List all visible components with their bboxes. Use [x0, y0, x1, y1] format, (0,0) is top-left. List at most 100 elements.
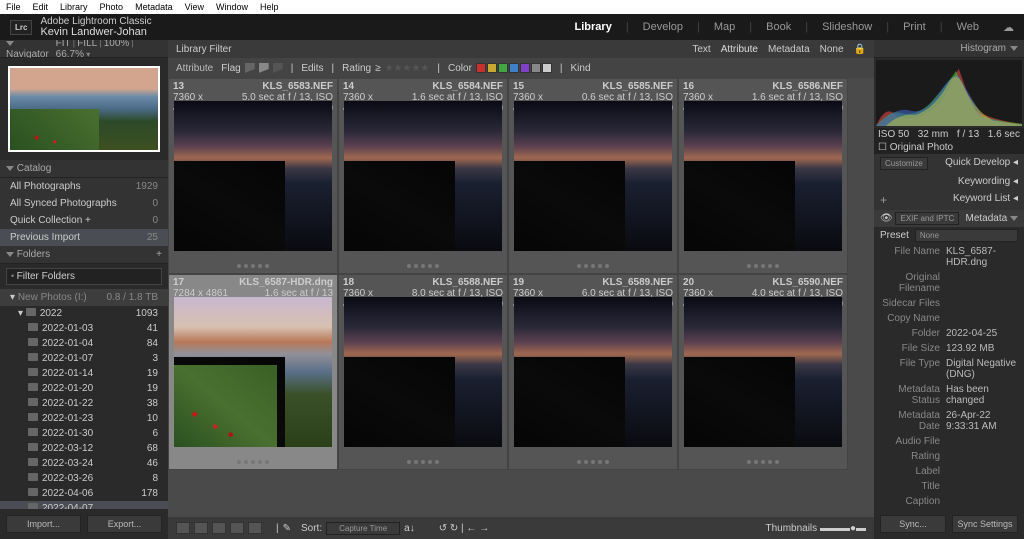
grid-view[interactable]: 137360 x 4912KLS_6583.NEF5.0 sec at f / … [168, 78, 874, 517]
thumbnail[interactable] [174, 101, 332, 251]
folder-row[interactable]: 2022-04-06178 [0, 486, 168, 501]
disclosure-icon [6, 41, 14, 46]
thumbnail[interactable] [174, 297, 332, 447]
flag-pick-icon[interactable] [245, 63, 255, 73]
color-filter[interactable] [487, 63, 497, 73]
grid-cell[interactable]: 177284 x 4861KLS_6587-HDR.dng1.6 sec at … [168, 274, 338, 470]
filter-folders-input[interactable]: • Filter Folders [6, 268, 162, 285]
grid-cell[interactable]: 207360 x 4912KLS_6590.NEF4.0 sec at f / … [678, 274, 848, 470]
folder-row[interactable]: 2022-04-07 [0, 501, 168, 509]
loupe-view-icon[interactable] [194, 522, 208, 534]
module-map[interactable]: Map [714, 21, 735, 33]
folders-panel-header[interactable]: Folders + [0, 246, 168, 264]
flag-reject-icon[interactable] [273, 63, 283, 73]
catalog-row[interactable]: All Photographs1929 [0, 178, 168, 195]
toolbar[interactable]: | ✎ Sort: Capture Time a↓ ↺ ↻ | ← → Thum… [168, 517, 874, 539]
grid-cell[interactable]: 137360 x 4912KLS_6583.NEF5.0 sec at f / … [168, 78, 338, 274]
catalog-row[interactable]: Quick Collection +0 [0, 212, 168, 229]
folder-row[interactable]: 2022-01-0341 [0, 321, 168, 336]
identity-plate: Kevin Landwer-Johan [40, 26, 146, 38]
module-develop[interactable]: Develop [643, 21, 683, 33]
filter-metadata[interactable]: Metadata [768, 44, 810, 55]
menu-library[interactable]: Library [60, 2, 88, 12]
navigator-preview[interactable] [0, 58, 168, 160]
metadata-row: Title [874, 479, 1024, 494]
grid-cell[interactable]: 197360 x 4912KLS_6589.NEF6.0 sec at f / … [508, 274, 678, 470]
module-print[interactable]: Print [903, 21, 926, 33]
grid-cell[interactable]: 157360 x 4912KLS_6585.NEF0.6 sec at f / … [508, 78, 678, 274]
compare-view-icon[interactable] [212, 522, 226, 534]
color-filter[interactable] [509, 63, 519, 73]
folder-row[interactable]: 2022-01-1419 [0, 366, 168, 381]
histogram[interactable] [876, 60, 1022, 126]
import-button[interactable]: Import... [6, 515, 81, 533]
sync-button[interactable]: Sync... [880, 515, 946, 533]
thumbnail[interactable] [344, 101, 502, 251]
color-filter[interactable] [542, 63, 552, 73]
menu-view[interactable]: View [185, 2, 204, 12]
menu-metadata[interactable]: Metadata [135, 2, 173, 12]
folder-row[interactable]: 2022-01-2310 [0, 411, 168, 426]
color-filter[interactable] [498, 63, 508, 73]
quick-develop-header[interactable]: CustomizeQuick Develop ◂ [874, 154, 1024, 173]
sort-direction-icon[interactable]: a↓ [404, 523, 415, 534]
metadata-header[interactable]: 👁 EXIF and IPTCMetadata [874, 210, 1024, 227]
menu-window[interactable]: Window [216, 2, 248, 12]
thumbnail[interactable] [514, 101, 672, 251]
painter-icon[interactable]: ✎ [283, 523, 291, 534]
people-view-icon[interactable] [248, 522, 262, 534]
folder-year[interactable]: ▾ 20221093 [0, 306, 168, 321]
module-library[interactable]: Library [575, 21, 612, 33]
folder-row[interactable]: 2022-01-073 [0, 351, 168, 366]
catalog-row[interactable]: Previous Import25 [0, 229, 168, 246]
folder-row[interactable]: 2022-03-2446 [0, 456, 168, 471]
folder-row[interactable]: 2022-03-268 [0, 471, 168, 486]
attribute-filter-bar[interactable]: Attribute Flag | Edits | Rating≥★★★★★ | … [168, 58, 874, 78]
color-filter[interactable] [520, 63, 530, 73]
thumbnail[interactable] [514, 297, 672, 447]
menu-photo[interactable]: Photo [100, 2, 124, 12]
thumbnail[interactable] [344, 297, 502, 447]
catalog-panel-header[interactable]: Catalog [0, 160, 168, 178]
folder-row[interactable]: 2022-01-306 [0, 426, 168, 441]
thumbnail[interactable] [684, 101, 842, 251]
preset-row[interactable]: PresetNone [874, 227, 1024, 244]
export-button[interactable]: Export... [87, 515, 162, 533]
grid-cell[interactable]: 187360 x 4912KLS_6588.NEF8.0 sec at f / … [338, 274, 508, 470]
grid-cell[interactable]: 147360 x 4912KLS_6584.NEF1.6 sec at f / … [338, 78, 508, 274]
folder-row[interactable]: 2022-01-2019 [0, 381, 168, 396]
cloud-sync-icon[interactable]: ☁ [1003, 21, 1014, 34]
sync-settings-button[interactable]: Sync Settings [952, 515, 1018, 533]
histogram-panel-header[interactable]: Histogram [874, 40, 1024, 58]
catalog-row[interactable]: All Synced Photographs0 [0, 195, 168, 212]
folder-row[interactable]: 2022-01-2238 [0, 396, 168, 411]
menu-file[interactable]: File [6, 2, 21, 12]
module-web[interactable]: Web [957, 21, 979, 33]
grid-cell[interactable]: 167360 x 4912KLS_6586.NEF1.6 sec at f / … [678, 78, 848, 274]
sort-dropdown[interactable]: Capture Time [326, 522, 400, 535]
menu-help[interactable]: Help [260, 2, 279, 12]
module-picker[interactable]: Library|Develop|Map|Book|Slideshow|Print… [575, 21, 1014, 34]
module-book[interactable]: Book [766, 21, 791, 33]
navigator-panel-header[interactable]: Navigator FIT | FILL | 100% | 66.7% ▾ [0, 40, 168, 58]
add-folder-icon[interactable]: + [156, 249, 162, 260]
color-filter[interactable] [531, 63, 541, 73]
grid-view-icon[interactable] [176, 522, 190, 534]
drive-row[interactable]: ▾ New Photos (I:)0.8 / 1.8 TB [0, 289, 168, 306]
keywording-header[interactable]: Keywording ◂ [874, 173, 1024, 190]
folder-row[interactable]: 2022-03-1268 [0, 441, 168, 456]
filter-text[interactable]: Text [692, 44, 710, 55]
thumbnail[interactable] [684, 297, 842, 447]
folder-row[interactable]: 2022-01-0484 [0, 336, 168, 351]
library-filter-bar[interactable]: Library Filter TextAttributeMetadataNone… [168, 40, 874, 58]
color-filter[interactable] [476, 63, 486, 73]
menu-edit[interactable]: Edit [33, 2, 49, 12]
lock-icon[interactable]: 🔒 [854, 44, 866, 55]
filter-attribute[interactable]: Attribute [721, 44, 758, 55]
flag-unflagged-icon[interactable] [259, 63, 269, 73]
module-slideshow[interactable]: Slideshow [822, 21, 872, 33]
keyword-list-header[interactable]: +Keyword List ◂ [874, 190, 1024, 210]
menu-bar[interactable]: File Edit Library Photo Metadata View Window He… [0, 0, 1024, 14]
filter-none[interactable]: None [820, 44, 844, 55]
survey-view-icon[interactable] [230, 522, 244, 534]
